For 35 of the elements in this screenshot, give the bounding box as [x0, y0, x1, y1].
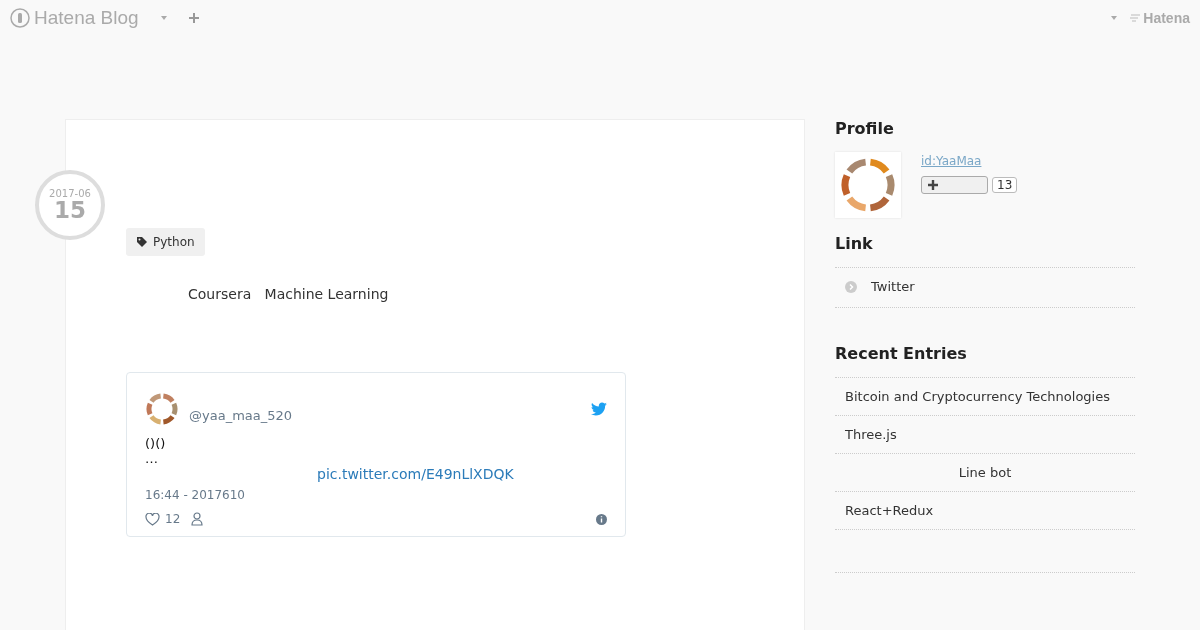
recent-entry-link[interactable]: React+Redux: [845, 502, 934, 518]
tweet-link[interactable]: pic.twitter.com/E49nLlXDQK: [317, 466, 607, 482]
entry-day: 15: [54, 199, 86, 222]
heart-icon[interactable]: [145, 512, 160, 526]
tweet-text: …: [145, 451, 159, 466]
bird-icon[interactable]: [591, 402, 607, 416]
caret-icon[interactable]: [160, 16, 167, 20]
like-count: 12: [165, 512, 181, 526]
follower-count: 13: [992, 177, 1018, 193]
recent-entry-link[interactable]: Bitcoin and Cryptocurrency Technologies: [845, 388, 1110, 404]
info-icon[interactable]: [596, 513, 607, 525]
avatar-icon: [145, 392, 179, 426]
caret-icon[interactable]: [1111, 16, 1118, 20]
logo-text: Hatena Blog: [34, 7, 139, 29]
tweet-text: ()(): [145, 436, 167, 451]
sidebar-heading: Profile: [835, 119, 895, 138]
person-icon[interactable]: [191, 512, 204, 526]
sidebar-heading: Recent Entries: [835, 343, 968, 363]
wifi-lines-icon: [1129, 13, 1142, 23]
entry-text: Coursera Machine Learning: [188, 286, 390, 302]
sidebar-heading: Link: [835, 234, 874, 253]
sidebar-link[interactable]: Twitter: [845, 279, 915, 294]
follow-button[interactable]: [921, 176, 988, 194]
recent-entry-link[interactable]: Line bot: [958, 464, 1012, 480]
tweet-handle[interactable]: @yaa_maa_520: [189, 407, 293, 423]
entry-month: 2017-06: [49, 188, 91, 199]
plus-icon: [928, 180, 938, 190]
brand-text: Hatena: [1143, 10, 1190, 26]
plus-icon[interactable]: [188, 13, 199, 23]
recent-entry-link[interactable]: Three.js: [845, 426, 897, 442]
category-tag[interactable]: Python: [126, 228, 205, 256]
logo-icon: [10, 8, 30, 28]
tweet-time[interactable]: 16:44 - 2017610: [145, 488, 607, 502]
tag-icon: [136, 236, 148, 248]
chevron-circle-icon: [845, 280, 857, 293]
